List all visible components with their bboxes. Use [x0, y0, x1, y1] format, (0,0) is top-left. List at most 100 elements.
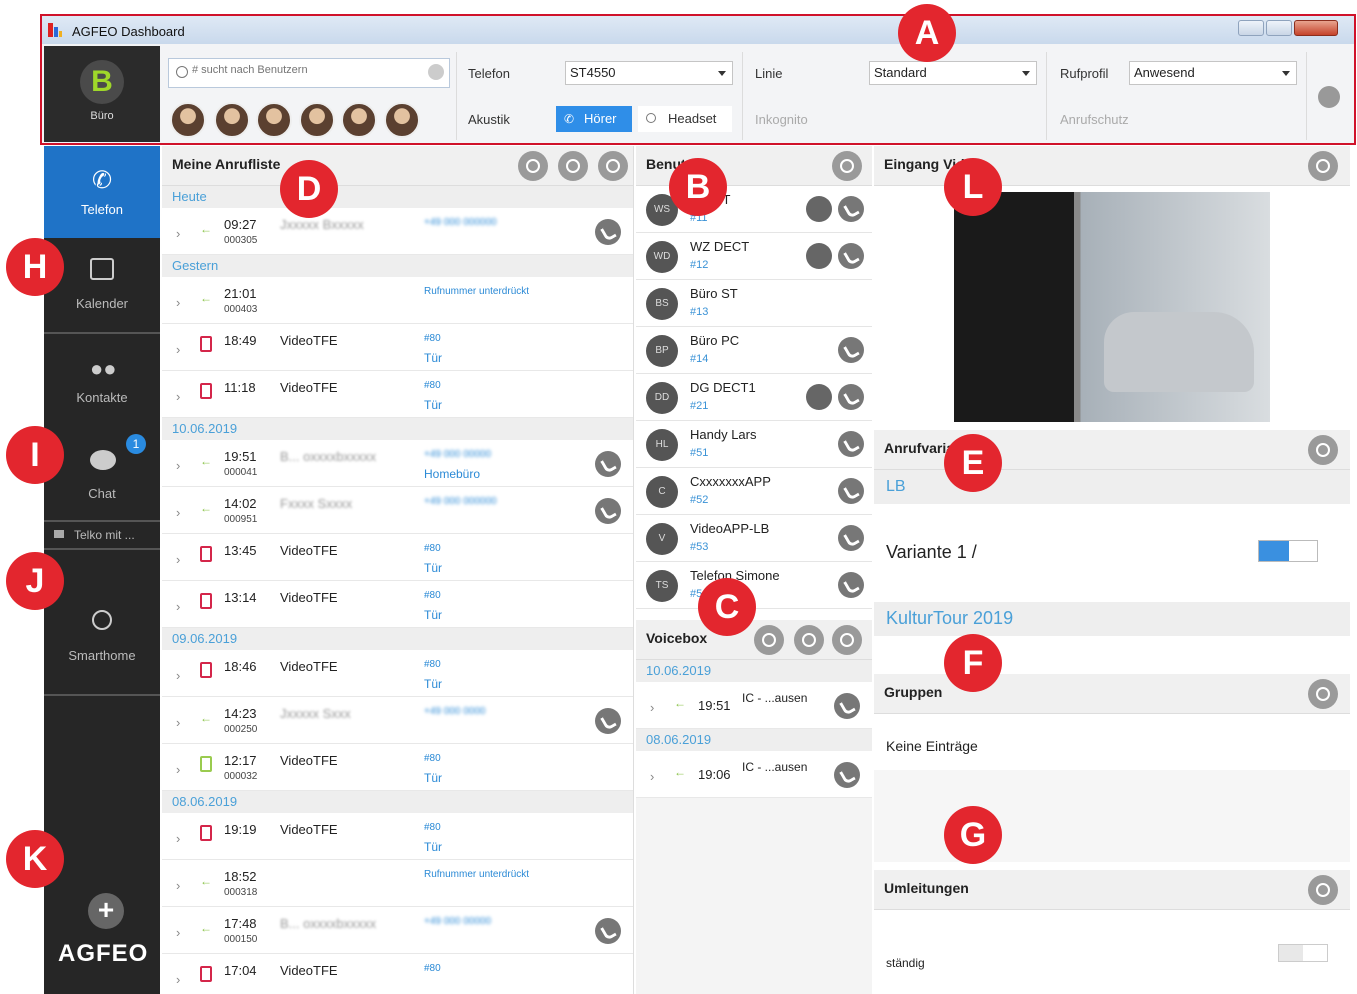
- linie-select[interactable]: Standard: [869, 61, 1037, 85]
- user-row[interactable]: BS Büro ST #13: [636, 280, 872, 327]
- nav-telefon[interactable]: ✆ Telefon: [44, 146, 160, 238]
- user-row[interactable]: C CxxxxxxxAPP #52: [636, 468, 872, 515]
- call-user-button[interactable]: [838, 525, 864, 551]
- expand-chevron-icon[interactable]: ›: [176, 715, 180, 730]
- user-row[interactable]: HL Handy Lars #51: [636, 421, 872, 468]
- call-row[interactable]: › ← 14:23 000250 Jxxxxx Sxxx +49 000 0000: [162, 697, 633, 744]
- call-row[interactable]: › 11:18 VideoTFE #80 Tür: [162, 371, 633, 418]
- nav-kontakte[interactable]: ●● Kontakte: [44, 334, 160, 426]
- call-row[interactable]: › 12:17 000032 VideoTFE #80 Tür: [162, 744, 633, 791]
- call-user-button[interactable]: [838, 196, 864, 222]
- nav-smarthome[interactable]: Smarthome: [44, 600, 160, 680]
- clear-search-icon[interactable]: [428, 64, 444, 80]
- call-row[interactable]: › 18:49 VideoTFE #80 Tür: [162, 324, 633, 371]
- nav-kalender[interactable]: Kalender: [44, 240, 160, 332]
- call-back-button[interactable]: [834, 762, 860, 788]
- list-icon[interactable]: [794, 625, 824, 655]
- voicebox-row[interactable]: › ← 19:06 IC - ...ausen: [636, 751, 872, 798]
- inkognito-toggle[interactable]: Inkognito: [755, 112, 808, 127]
- call-row[interactable]: › 13:45 VideoTFE #80 Tür: [162, 534, 633, 581]
- gear-icon[interactable]: [1308, 435, 1338, 465]
- gear-icon[interactable]: [832, 625, 862, 655]
- expand-chevron-icon[interactable]: ›: [650, 769, 654, 784]
- expand-chevron-icon[interactable]: ›: [176, 505, 180, 520]
- expand-chevron-icon[interactable]: ›: [176, 552, 180, 567]
- search-icon[interactable]: [754, 625, 784, 655]
- voicebox-row[interactable]: › ← 19:51 IC - ...ausen: [636, 682, 872, 729]
- call-back-button[interactable]: [834, 693, 860, 719]
- call-row[interactable]: › ← 17:48 000150 B... oxxxxbxxxxx +49 000 000…: [162, 907, 633, 954]
- expand-chevron-icon[interactable]: ›: [176, 878, 180, 893]
- user-row[interactable]: BP Büro PC #14: [636, 327, 872, 374]
- call-row[interactable]: › ← 21:01 000403 Rufnummer unterdrückt: [162, 277, 633, 324]
- minimize-button[interactable]: [1238, 20, 1264, 36]
- call-row[interactable]: › ← 09:27 000305 Jxxxxx Bxxxxx +49 000 000000: [162, 208, 633, 255]
- user-row[interactable]: WD WZ DECT #12: [636, 233, 872, 280]
- favorite-contact-avatar[interactable]: [170, 102, 206, 138]
- expand-chevron-icon[interactable]: ›: [176, 599, 180, 614]
- user-row[interactable]: DD DG DECT1 #21: [636, 374, 872, 421]
- expand-chevron-icon[interactable]: ›: [176, 831, 180, 846]
- gear-icon[interactable]: [598, 151, 628, 181]
- variante-toggle[interactable]: [1258, 540, 1318, 562]
- call-row[interactable]: › 17:04 VideoTFE #80: [162, 954, 633, 994]
- user-avatar[interactable]: B: [80, 60, 124, 104]
- favorite-contact-avatar[interactable]: [384, 102, 420, 138]
- call-back-button[interactable]: [595, 498, 621, 524]
- expand-chevron-icon[interactable]: ›: [176, 458, 180, 473]
- more-icon[interactable]: [1318, 86, 1340, 108]
- users-list: WSWZ ST#11WDWZ DECT#12BSBüro ST#13BPBüro…: [636, 186, 872, 609]
- expand-chevron-icon[interactable]: ›: [176, 226, 180, 241]
- expand-chevron-icon[interactable]: ›: [176, 389, 180, 404]
- call-back-button[interactable]: [595, 451, 621, 477]
- expand-chevron-icon[interactable]: ›: [176, 342, 180, 357]
- user-row[interactable]: V VideoAPP-LB #53: [636, 515, 872, 562]
- video-call-icon[interactable]: [806, 384, 832, 410]
- expand-chevron-icon[interactable]: ›: [176, 972, 180, 987]
- anrufschutz-toggle[interactable]: Anrufschutz: [1060, 112, 1129, 127]
- gear-icon[interactable]: [1308, 151, 1338, 181]
- call-row[interactable]: › ← 18:52 000318 Rufnummer unterdrückt: [162, 860, 633, 907]
- close-button[interactable]: [1294, 20, 1338, 36]
- call-back-button[interactable]: [595, 708, 621, 734]
- gruppen-empty-area: [874, 770, 1350, 862]
- call-user-button[interactable]: [838, 572, 864, 598]
- user-search-input[interactable]: [192, 64, 422, 76]
- gear-icon[interactable]: [1308, 875, 1338, 905]
- expand-chevron-icon[interactable]: ›: [176, 762, 180, 777]
- favorite-contact-avatar[interactable]: [341, 102, 377, 138]
- call-back-button[interactable]: [595, 918, 621, 944]
- call-row[interactable]: › 19:19 VideoTFE #80 Tür: [162, 813, 633, 860]
- video-call-icon[interactable]: [806, 196, 832, 222]
- expand-chevron-icon[interactable]: ›: [176, 925, 180, 940]
- call-user-button[interactable]: [838, 384, 864, 410]
- call-row[interactable]: › ← 14:02 000951 Fxxxx Sxxxx +49 000 000000: [162, 487, 633, 534]
- divider: [44, 694, 160, 696]
- call-row[interactable]: › ← 19:51 000041 B... oxxxxbxxxxx +49 000 000…: [162, 440, 633, 487]
- add-button[interactable]: +: [88, 893, 124, 929]
- call-duration: 000032: [224, 771, 258, 782]
- telefon-select[interactable]: ST4550: [565, 61, 733, 85]
- favorite-contact-avatar[interactable]: [256, 102, 292, 138]
- maximize-button[interactable]: [1266, 20, 1292, 36]
- favorite-contact-avatar[interactable]: [299, 102, 335, 138]
- call-user-button[interactable]: [838, 337, 864, 363]
- call-user-button[interactable]: [838, 243, 864, 269]
- gear-icon[interactable]: [1308, 679, 1338, 709]
- favorite-contact-avatar[interactable]: [214, 102, 250, 138]
- umleitung-toggle[interactable]: [1278, 944, 1328, 962]
- list-icon[interactable]: [558, 151, 588, 181]
- expand-chevron-icon[interactable]: ›: [176, 295, 180, 310]
- call-row[interactable]: › 13:14 VideoTFE #80 Tür: [162, 581, 633, 628]
- video-call-icon[interactable]: [806, 243, 832, 269]
- call-user-button[interactable]: [838, 478, 864, 504]
- call-user-button[interactable]: [838, 431, 864, 457]
- call-row[interactable]: › 18:46 VideoTFE #80 Tür: [162, 650, 633, 697]
- door-camera-image[interactable]: [954, 192, 1270, 422]
- expand-chevron-icon[interactable]: ›: [650, 700, 654, 715]
- gear-icon[interactable]: [832, 151, 862, 181]
- call-back-button[interactable]: [595, 219, 621, 245]
- search-icon[interactable]: [518, 151, 548, 181]
- expand-chevron-icon[interactable]: ›: [176, 668, 180, 683]
- rufprofil-select[interactable]: Anwesend: [1129, 61, 1297, 85]
